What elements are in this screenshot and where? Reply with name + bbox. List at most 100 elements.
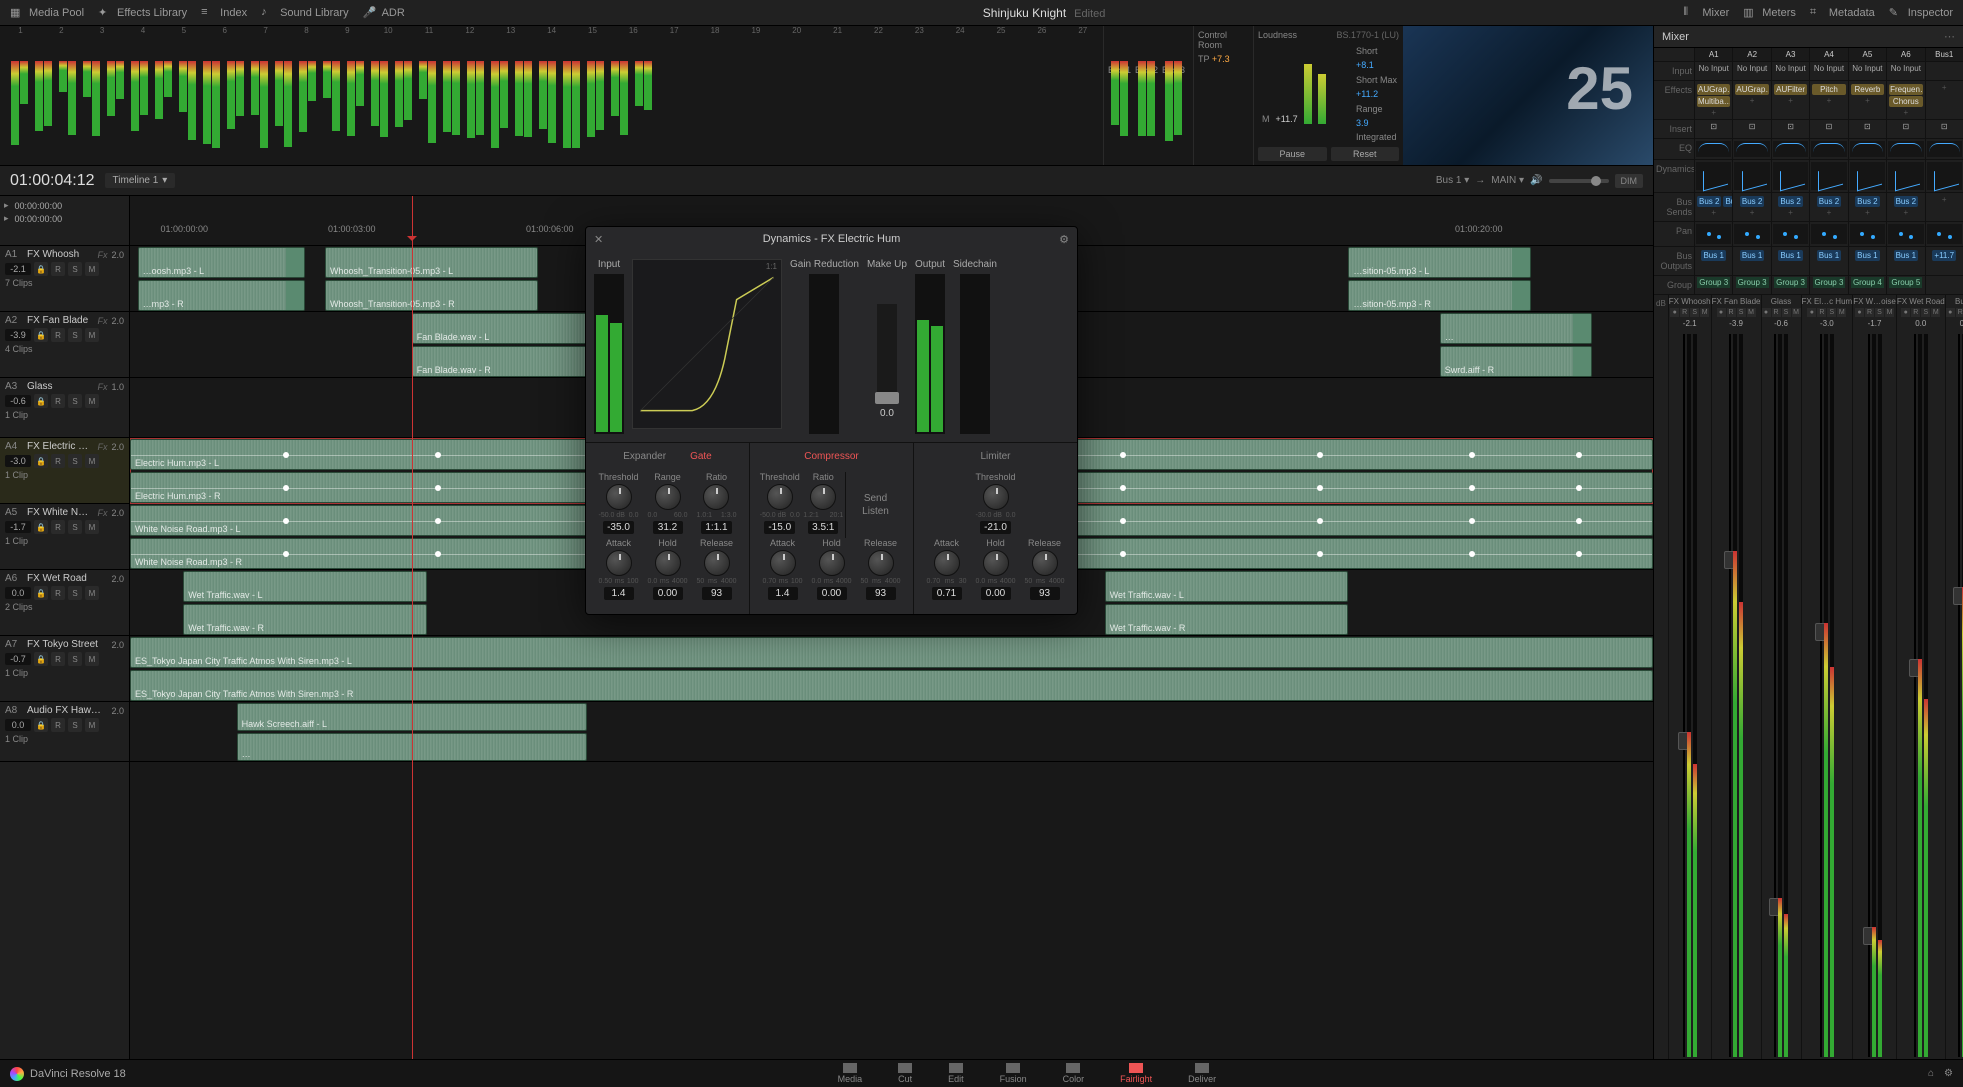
- knob-attack[interactable]: Attack0.70ms300.71: [927, 538, 967, 600]
- limiter-tab[interactable]: Limiter: [968, 449, 1022, 464]
- track-header[interactable]: A1FX WhooshFx2.0 -2.1🔒RSM 7 Clips: [0, 246, 129, 312]
- eq-mini[interactable]: [1734, 141, 1769, 157]
- page-tab-fusion[interactable]: Fusion: [982, 1063, 1045, 1084]
- track-gain-readout[interactable]: -3.9: [5, 329, 31, 341]
- sound-button[interactable]: ♪Sound Library: [261, 6, 349, 20]
- channel-m-button[interactable]: M: [1931, 308, 1940, 317]
- playhead[interactable]: [412, 196, 413, 1059]
- knob-attack[interactable]: Attack0.70ms1001.4: [763, 538, 803, 600]
- audio-clip[interactable]: …: [1440, 313, 1592, 344]
- eq-mini[interactable]: [1888, 141, 1923, 157]
- close-icon[interactable]: ✕: [594, 233, 603, 246]
- insert-button[interactable]: ⊡: [1710, 122, 1717, 131]
- listen-button[interactable]: Listen: [862, 506, 889, 517]
- audio-clip[interactable]: Swrd.aiff - R: [1440, 346, 1592, 377]
- effect-slot[interactable]: AUGrap…: [1697, 84, 1730, 95]
- channel-m-button[interactable]: M: [1700, 308, 1709, 317]
- bus-send-tag[interactable]: Bus 2: [1855, 196, 1879, 207]
- page-tab-fairlight[interactable]: Fairlight: [1102, 1063, 1170, 1084]
- loudness-pause-button[interactable]: Pause: [1258, 147, 1327, 161]
- track-gain-readout[interactable]: -1.7: [5, 521, 31, 533]
- channel-m-button[interactable]: M: [1792, 308, 1801, 317]
- adr-button[interactable]: 🎤ADR: [363, 6, 405, 20]
- channel-r-button[interactable]: R: [1727, 308, 1736, 317]
- track-m-button[interactable]: M: [85, 652, 99, 666]
- track-m-button[interactable]: M: [85, 328, 99, 342]
- knob-release[interactable]: Release50ms400093: [1025, 538, 1065, 600]
- audio-clip[interactable]: Wet Traffic.wav - R: [1105, 604, 1349, 635]
- bus-output-tag[interactable]: Bus 1: [1740, 250, 1764, 261]
- lock-icon[interactable]: 🔒: [34, 394, 48, 408]
- eq-mini[interactable]: [1850, 141, 1885, 157]
- page-tab-color[interactable]: Color: [1045, 1063, 1103, 1084]
- group-tag[interactable]: Group 4: [1851, 277, 1884, 288]
- track-m-button[interactable]: M: [85, 586, 99, 600]
- insert-button[interactable]: ⊡: [1826, 122, 1833, 131]
- channel-s-button[interactable]: S: [1737, 308, 1746, 317]
- audio-clip[interactable]: …sition-05.mp3 - L: [1348, 247, 1531, 278]
- dynamics-mini[interactable]: [1734, 162, 1769, 190]
- eq-mini[interactable]: [1927, 141, 1962, 157]
- lock-icon[interactable]: 🔒: [34, 586, 48, 600]
- prev-marker-icon[interactable]: ▸: [4, 200, 9, 211]
- track-lane[interactable]: Hawk Screech.aiff - L…: [130, 702, 1653, 762]
- meters-button[interactable]: ▥Meters: [1743, 6, 1796, 20]
- knob-release[interactable]: Release50ms400093: [697, 538, 737, 600]
- lock-icon[interactable]: 🔒: [34, 454, 48, 468]
- bus-send-tag[interactable]: Bus 2: [1740, 196, 1764, 207]
- group-tag[interactable]: Group 3: [1813, 277, 1846, 288]
- dynamics-mini[interactable]: [1773, 162, 1808, 190]
- lock-icon[interactable]: 🔒: [34, 652, 48, 666]
- insert-button[interactable]: ⊡: [1787, 122, 1794, 131]
- audio-clip[interactable]: Whoosh_Transition-05.mp3 - L: [325, 247, 538, 278]
- knob-ratio[interactable]: Ratio1.0:11:3.01:1.1: [696, 472, 736, 534]
- monitor-main-select[interactable]: MAIN ▾: [1491, 175, 1524, 186]
- channel-m-button[interactable]: M: [1885, 308, 1894, 317]
- track-s-button[interactable]: S: [68, 520, 82, 534]
- channel-●-button[interactable]: ●: [1855, 308, 1864, 317]
- track-header[interactable]: A8Audio FX Hawk Sc…2.0 0.0🔒RSM 1 Clip: [0, 702, 129, 762]
- channel-r-button[interactable]: R: [1772, 308, 1781, 317]
- track-s-button[interactable]: S: [68, 394, 82, 408]
- channel-●-button[interactable]: ●: [1762, 308, 1771, 317]
- pan-control[interactable]: [1927, 224, 1962, 244]
- knob-hold[interactable]: Hold0.0ms40000.00: [976, 538, 1016, 600]
- track-gain-readout[interactable]: -0.7: [5, 653, 31, 665]
- fader-slider[interactable]: [1683, 334, 1685, 1057]
- fader-slider[interactable]: [1868, 334, 1870, 1057]
- effects-button[interactable]: ✦Effects Library: [98, 6, 187, 20]
- dynamics-mini[interactable]: [1850, 162, 1885, 190]
- channel-r-button[interactable]: R: [1680, 308, 1689, 317]
- audio-clip[interactable]: ES_Tokyo Japan City Traffic Atmos With S…: [130, 637, 1653, 668]
- track-m-button[interactable]: M: [85, 520, 99, 534]
- group-tag[interactable]: Group 3: [1736, 277, 1769, 288]
- channel-r-button[interactable]: R: [1956, 308, 1963, 317]
- insert-button[interactable]: ⊡: [1749, 122, 1756, 131]
- track-header[interactable]: A2FX Fan BladeFx2.0 -3.9🔒RSM 4 Clips: [0, 312, 129, 378]
- pan-control[interactable]: [1811, 224, 1846, 244]
- bus-output-tag[interactable]: Bus 1: [1855, 250, 1879, 261]
- fader-slider[interactable]: [1914, 334, 1916, 1057]
- audio-clip[interactable]: Whoosh_Transition-05.mp3 - R: [325, 280, 538, 311]
- fader-slider[interactable]: [1774, 334, 1776, 1057]
- track-gain-readout[interactable]: -0.6: [5, 395, 31, 407]
- track-m-button[interactable]: M: [85, 718, 99, 732]
- track-s-button[interactable]: S: [68, 586, 82, 600]
- track-header[interactable]: A7FX Tokyo Street2.0 -0.7🔒RSM 1 Clip: [0, 636, 129, 702]
- track-m-button[interactable]: M: [85, 454, 99, 468]
- track-r-button[interactable]: R: [51, 652, 65, 666]
- index-button[interactable]: ≡Index: [201, 6, 247, 20]
- track-r-button[interactable]: R: [51, 718, 65, 732]
- dynamics-mini[interactable]: [1811, 162, 1846, 190]
- track-header[interactable]: A5FX White NoiseFx2.0 -1.7🔒RSM 1 Clip: [0, 504, 129, 570]
- track-s-button[interactable]: S: [68, 262, 82, 276]
- fader-slider[interactable]: [1729, 334, 1731, 1057]
- speaker-icon[interactable]: 🔊: [1530, 175, 1542, 186]
- expander-tab[interactable]: Expander: [611, 449, 678, 464]
- gear-icon[interactable]: ⚙: [1059, 233, 1069, 246]
- track-r-button[interactable]: R: [51, 328, 65, 342]
- media-pool-button[interactable]: ▦Media Pool: [10, 6, 84, 20]
- bus-send-tag[interactable]: Bus 3: [1723, 196, 1732, 207]
- track-lane[interactable]: ES_Tokyo Japan City Traffic Atmos With S…: [130, 636, 1653, 702]
- compressor-tab[interactable]: Compressor: [792, 449, 870, 464]
